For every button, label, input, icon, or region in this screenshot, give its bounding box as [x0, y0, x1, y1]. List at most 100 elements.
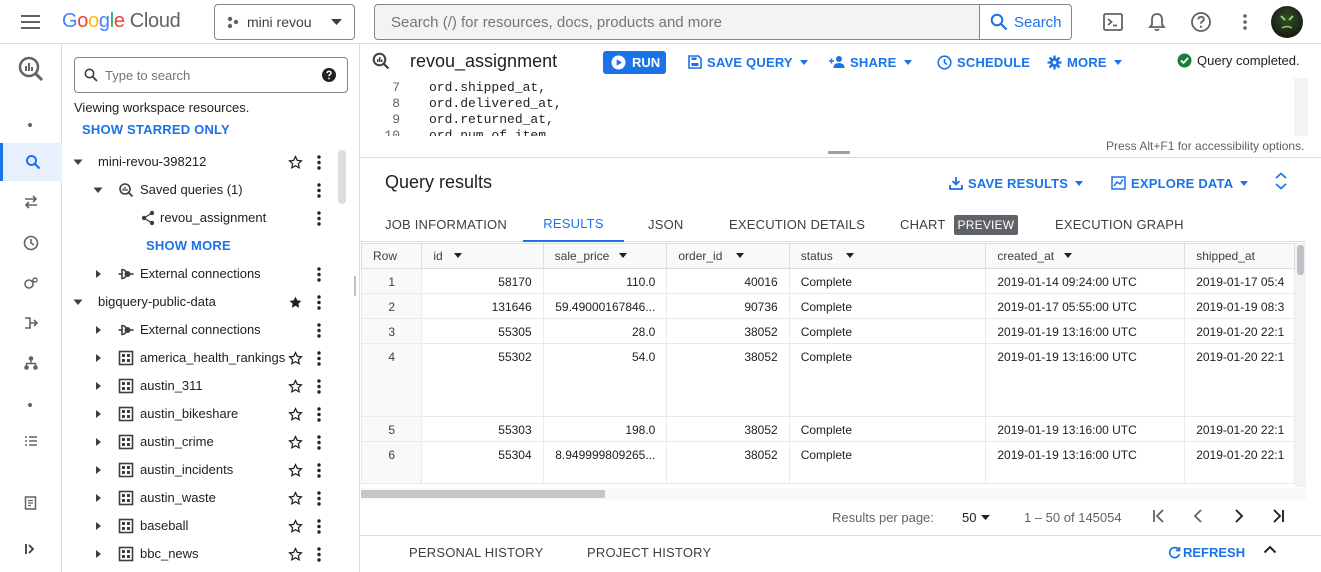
star-outline-icon[interactable]	[288, 491, 303, 506]
tab-execution-details[interactable]: EXECUTION DETAILS	[729, 207, 865, 242]
more-vert-icon[interactable]	[317, 547, 321, 562]
col-header-shipped-at[interactable]: shipped_at	[1184, 243, 1295, 269]
tree-item[interactable]: Saved queries (1)	[62, 176, 352, 204]
more-vert-icon[interactable]	[317, 407, 321, 422]
sql-editor[interactable]: 7 ord.shipped_at, 8 ord.delivered_at, 9 ord.r…	[360, 78, 1294, 136]
tab-results[interactable]: RESULTS	[523, 207, 624, 242]
notifications-bell-icon[interactable]	[1146, 11, 1168, 33]
sort-arrow-icon[interactable]	[845, 253, 854, 258]
expand-arrow-icon[interactable]	[92, 380, 104, 392]
schedule-button[interactable]: SCHEDULE	[937, 53, 1030, 71]
scrollbar-thumb[interactable]	[1297, 245, 1304, 275]
star-filled-icon[interactable]	[288, 295, 303, 310]
dataflow-arrow-icon[interactable]	[0, 304, 62, 342]
tree-item[interactable]: External connections	[62, 260, 352, 288]
run-button[interactable]: RUN	[603, 51, 666, 74]
tree-item[interactable]: bbc_news	[62, 540, 352, 568]
table-row[interactable]: 3 55305 28.0 38052 Complete 2019-01-19 13:16:…	[361, 318, 1295, 344]
expand-arrow-icon[interactable]	[92, 464, 104, 476]
star-outline-icon[interactable]	[288, 463, 303, 478]
next-page-icon[interactable]	[1229, 506, 1249, 526]
table-row[interactable]: 5 55303 198.0 38052 Complete 2019-01-19 13:16…	[361, 416, 1295, 442]
more-vert-icon[interactable]	[317, 379, 321, 394]
hamburger-menu-icon[interactable]	[20, 12, 42, 32]
list-details-icon[interactable]	[0, 422, 62, 460]
more-vert-icon[interactable]	[317, 211, 321, 226]
google-cloud-logo[interactable]: Google Cloud	[62, 10, 181, 33]
expand-arrow-icon[interactable]	[92, 436, 104, 448]
bigquery-logo-icon[interactable]	[0, 50, 62, 88]
expand-arrow-icon[interactable]	[92, 548, 104, 560]
refresh-button[interactable]: REFRESH	[1168, 545, 1245, 560]
chevron-up-icon[interactable]	[1263, 545, 1277, 554]
tab-json[interactable]: JSON	[648, 207, 683, 242]
star-outline-icon[interactable]	[288, 351, 303, 366]
table-vertical-scrollbar[interactable]	[1295, 243, 1306, 487]
tree-item[interactable]: austin_incidents	[62, 456, 352, 484]
collapse-arrow-icon[interactable]	[72, 156, 84, 168]
editor-scrollbar[interactable]	[1294, 78, 1308, 136]
more-vert-icon[interactable]	[317, 295, 321, 310]
explorer-scrollbar[interactable]	[338, 150, 346, 204]
col-header-created-at[interactable]: created_at	[985, 243, 1186, 269]
tab-job-information[interactable]: JOB INFORMATION	[385, 207, 507, 242]
personal-history-tab[interactable]: PERSONAL HISTORY	[409, 545, 543, 560]
help-icon[interactable]	[1190, 11, 1212, 33]
more-button[interactable]: MORE	[1047, 53, 1122, 71]
sort-arrow-icon[interactable]	[618, 253, 627, 258]
expand-arrow-icon[interactable]	[92, 324, 104, 336]
expand-rail-icon[interactable]	[0, 530, 62, 568]
tree-item[interactable]: baseball	[62, 512, 352, 540]
search-button[interactable]: Search	[979, 5, 1071, 39]
star-outline-icon[interactable]	[288, 435, 303, 450]
explore-data-button[interactable]: EXPLORE DATA	[1111, 174, 1249, 192]
workflow-nodes-icon[interactable]	[0, 344, 62, 382]
more-vert-icon[interactable]	[317, 267, 321, 282]
query-title[interactable]: revou_assignment	[410, 51, 557, 72]
rail-search-icon[interactable]	[0, 143, 62, 181]
col-header-sale-price[interactable]: sale_price	[542, 243, 668, 269]
col-header-order-id[interactable]: order_id	[666, 243, 790, 269]
col-header-id[interactable]: id	[421, 243, 544, 269]
project-history-tab[interactable]: PROJECT HISTORY	[587, 545, 711, 560]
more-vert-icon[interactable]	[1234, 11, 1256, 33]
previous-page-icon[interactable]	[1188, 506, 1208, 526]
more-vert-icon[interactable]	[317, 463, 321, 478]
tree-item[interactable]: austin_waste	[62, 484, 352, 512]
more-vert-icon[interactable]	[317, 351, 321, 366]
global-search-input[interactable]	[375, 5, 979, 39]
project-picker[interactable]: mini revou	[214, 4, 355, 40]
sort-arrow-icon[interactable]	[736, 253, 745, 258]
more-vert-icon[interactable]	[317, 155, 321, 170]
collapse-arrow-icon[interactable]	[72, 296, 84, 308]
tree-item[interactable]: america_health_rankings	[62, 344, 352, 372]
data-transfer-icon[interactable]	[0, 183, 62, 221]
tab-execution-graph[interactable]: EXECUTION GRAPH	[1055, 207, 1184, 242]
tree-item[interactable]: austin_crime	[62, 428, 352, 456]
tree-item[interactable]: austin_311	[62, 372, 352, 400]
more-vert-icon[interactable]	[317, 491, 321, 506]
cloud-shell-icon[interactable]	[1102, 11, 1124, 33]
save-results-button[interactable]: SAVE RESULTS	[949, 174, 1084, 192]
star-outline-icon[interactable]	[288, 519, 303, 534]
panel-resize-handle[interactable]	[354, 276, 356, 296]
more-vert-icon[interactable]	[317, 183, 321, 198]
more-vert-icon[interactable]	[317, 435, 321, 450]
release-notes-icon[interactable]	[0, 484, 62, 522]
table-row[interactable]: 2 131646 59.49000167846... 90736 Complete 201…	[361, 293, 1295, 319]
explorer-search-input[interactable]	[105, 58, 315, 92]
tab-chart[interactable]: CHART PREVIEW	[900, 207, 1019, 242]
star-outline-icon[interactable]	[288, 155, 303, 170]
expand-arrow-icon[interactable]	[92, 268, 104, 280]
analytics-hub-icon[interactable]	[0, 264, 62, 302]
tree-item[interactable]: External connections	[62, 316, 352, 344]
share-button[interactable]: SHARE	[829, 53, 912, 71]
expand-arrow-icon[interactable]	[92, 492, 104, 504]
table-horizontal-scrollbar-thumb[interactable]	[361, 490, 605, 498]
expand-arrow-icon[interactable]	[92, 408, 104, 420]
sort-arrow-icon[interactable]	[454, 253, 463, 258]
first-page-icon[interactable]	[1149, 506, 1169, 526]
expand-arrow-icon[interactable]	[92, 520, 104, 532]
help-filled-icon[interactable]	[321, 67, 337, 83]
save-query-button[interactable]: SAVE QUERY	[688, 53, 808, 71]
